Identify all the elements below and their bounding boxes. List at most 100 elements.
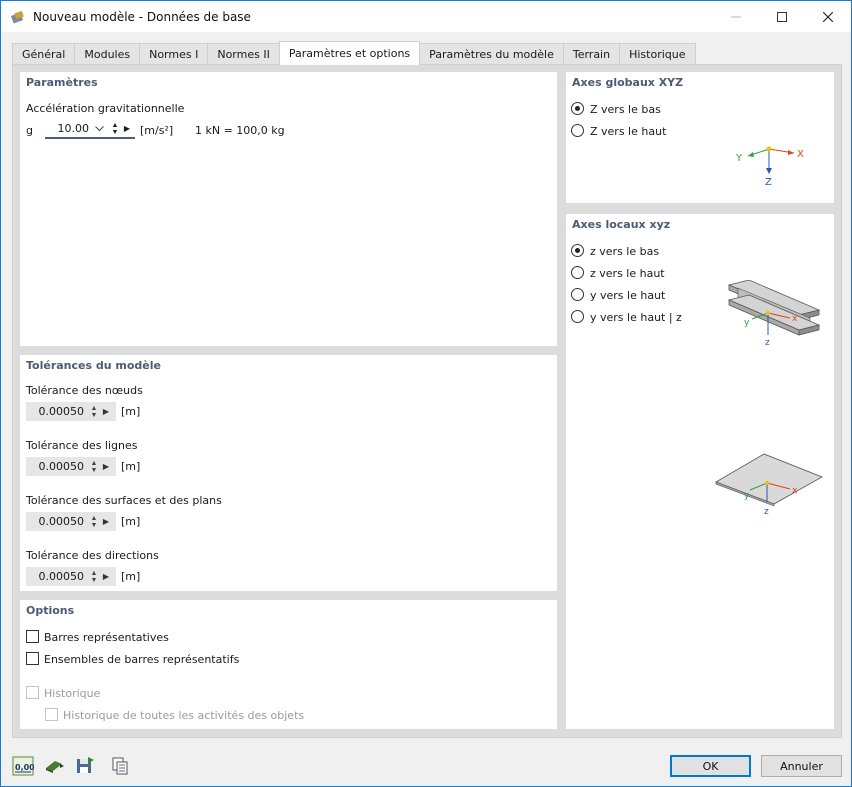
ok-button[interactable]: OK bbox=[670, 755, 751, 777]
bottom-bar: 0,00 OK Annuler bbox=[1, 746, 851, 786]
play-arrow-icon[interactable]: ▶ bbox=[121, 124, 133, 133]
play-arrow-icon[interactable]: ▶ bbox=[100, 407, 112, 416]
tab-normes-1[interactable]: Normes I bbox=[139, 43, 209, 65]
tab-parametres-modele[interactable]: Paramètres du modèle bbox=[419, 43, 564, 65]
play-arrow-icon[interactable]: ▶ bbox=[100, 572, 112, 581]
historique-checkbox[interactable] bbox=[26, 686, 39, 699]
annuler-button[interactable]: Annuler bbox=[761, 755, 842, 777]
tolerance-noeuds-value[interactable]: 0.00050 bbox=[26, 405, 88, 418]
gravity-value[interactable]: 10.00 bbox=[45, 122, 90, 135]
tab-normes-2[interactable]: Normes II bbox=[207, 43, 280, 65]
barres-checkbox[interactable] bbox=[26, 630, 39, 643]
beam-axis-y-label: y bbox=[744, 318, 750, 328]
tolerance-directions-spinner[interactable]: 0.00050 ▲ ▼ ▶ bbox=[26, 567, 116, 586]
axes-globaux-panel: Axes globaux XYZ Z vers le bas Z vers le… bbox=[566, 72, 834, 203]
chevron-down-icon[interactable] bbox=[89, 125, 109, 132]
ensembles-label[interactable]: Ensembles de barres représentatifs bbox=[44, 653, 239, 666]
spin-arrows-icon[interactable]: ▲ ▼ bbox=[88, 457, 100, 476]
tolerance-noeuds-label: Tolérance des nœuds bbox=[26, 384, 143, 397]
tolerance-lignes-label: Tolérance des lignes bbox=[26, 439, 138, 452]
spin-arrows-icon[interactable]: ▲ ▼ bbox=[109, 122, 121, 136]
tab-bar: Général Modules Normes I Normes II Param… bbox=[12, 41, 696, 65]
play-arrow-icon[interactable]: ▶ bbox=[100, 517, 112, 526]
dialog-window: Nouveau modèle - Données de base Général… bbox=[0, 0, 852, 787]
spin-arrows-icon[interactable]: ▲ ▼ bbox=[88, 567, 100, 586]
surface-axis-z-label: z bbox=[764, 507, 769, 517]
beam-axis-x-label: x bbox=[792, 314, 798, 324]
tolerance-noeuds-unit: [m] bbox=[121, 405, 141, 418]
save-button[interactable] bbox=[73, 755, 97, 777]
close-button[interactable] bbox=[805, 1, 851, 32]
tab-historique[interactable]: Historique bbox=[619, 43, 696, 65]
model-button[interactable] bbox=[42, 755, 66, 777]
axes-globaux-title: Axes globaux XYZ bbox=[572, 76, 684, 89]
z-vers-le-haut-label[interactable]: Z vers le haut bbox=[590, 125, 666, 138]
window-title: Nouveau modèle - Données de base bbox=[33, 9, 251, 24]
tab-parametres-options[interactable]: Paramètres et options bbox=[278, 41, 421, 65]
historique-toutes-label: Historique de toutes les activités des o… bbox=[63, 709, 305, 722]
z-local-haut-label[interactable]: z vers le haut bbox=[590, 267, 665, 280]
copy-button[interactable] bbox=[108, 755, 132, 777]
parametres-panel: Paramètres Accélération gravitationnelle… bbox=[20, 72, 557, 346]
axis-x-label: X bbox=[797, 149, 804, 160]
historique-toutes-checkbox[interactable] bbox=[45, 708, 58, 721]
tolerance-surfaces-spinner[interactable]: 0.00050 ▲ ▼ ▶ bbox=[26, 512, 116, 531]
tab-content: Paramètres Accélération gravitationnelle… bbox=[12, 64, 842, 738]
y-local-haut-z-label[interactable]: y vers le haut | z bbox=[590, 311, 682, 324]
tolerance-surfaces-label: Tolérance des surfaces et des plans bbox=[26, 494, 222, 507]
options-title: Options bbox=[26, 604, 75, 617]
tolerance-directions-value[interactable]: 0.00050 bbox=[26, 570, 88, 583]
axis-y-label: Y bbox=[735, 153, 743, 164]
z-vers-le-bas-label[interactable]: Z vers le bas bbox=[590, 103, 661, 116]
close-icon bbox=[823, 11, 833, 22]
tolerances-panel: Tolérances du modèle Tolérance des nœuds… bbox=[20, 355, 557, 591]
y-local-haut-radio[interactable] bbox=[571, 288, 584, 301]
axis-z-label: Z bbox=[765, 177, 772, 188]
save-icon bbox=[77, 757, 94, 773]
units-button[interactable]: 0,00 bbox=[11, 755, 35, 777]
rfem-app-icon bbox=[10, 9, 26, 25]
y-local-haut-label[interactable]: y vers le haut bbox=[590, 289, 665, 302]
tolerance-lignes-spinner[interactable]: 0.00050 ▲ ▼ ▶ bbox=[26, 457, 116, 476]
historique-label: Historique bbox=[44, 687, 101, 700]
tolerance-lignes-unit: [m] bbox=[121, 460, 141, 473]
minimize-button[interactable] bbox=[713, 1, 759, 32]
tolerance-lignes-value[interactable]: 0.00050 bbox=[26, 460, 88, 473]
gravity-combobox[interactable]: 10.00 ▲ ▼ ▶ bbox=[45, 120, 135, 139]
ensembles-checkbox[interactable] bbox=[26, 652, 39, 665]
gravity-label: Accélération gravitationnelle bbox=[26, 102, 185, 115]
barres-label[interactable]: Barres représentatives bbox=[44, 631, 169, 644]
beam-axes-diagram: x y z bbox=[727, 280, 821, 348]
spin-arrows-icon[interactable]: ▲ ▼ bbox=[88, 512, 100, 531]
z-vers-le-haut-radio[interactable] bbox=[571, 124, 584, 137]
g-symbol: g bbox=[26, 124, 33, 137]
options-panel: Options Barres représentatives Ensembles… bbox=[20, 600, 557, 729]
tab-terrain[interactable]: Terrain bbox=[562, 43, 621, 65]
tab-general[interactable]: Général bbox=[12, 43, 76, 65]
surface-axes-diagram: x y z bbox=[715, 453, 823, 517]
maximize-button[interactable] bbox=[759, 1, 805, 32]
tolerance-noeuds-spinner[interactable]: 0.00050 ▲ ▼ ▶ bbox=[26, 402, 116, 421]
z-local-bas-radio[interactable] bbox=[571, 244, 584, 257]
units-glyph: 0,00 bbox=[15, 763, 34, 772]
play-arrow-icon[interactable]: ▶ bbox=[100, 462, 112, 471]
z-vers-le-bas-radio[interactable] bbox=[571, 102, 584, 115]
copy-icon bbox=[112, 757, 128, 775]
tolerance-directions-unit: [m] bbox=[121, 570, 141, 583]
gravity-unit: [m/s²] bbox=[140, 124, 174, 137]
y-local-haut-z-radio[interactable] bbox=[571, 310, 584, 323]
maximize-icon bbox=[777, 11, 787, 22]
axes-locaux-title: Axes locaux xyz bbox=[572, 218, 671, 231]
surface-axis-x-label: x bbox=[792, 486, 798, 496]
kn-conversion-note: 1 kN = 100,0 kg bbox=[195, 124, 285, 137]
tolerance-surfaces-value[interactable]: 0.00050 bbox=[26, 515, 88, 528]
tab-modules[interactable]: Modules bbox=[74, 43, 141, 65]
tolerances-title: Tolérances du modèle bbox=[26, 359, 161, 372]
minimize-icon bbox=[731, 16, 741, 17]
spin-arrows-icon[interactable]: ▲ ▼ bbox=[88, 402, 100, 421]
z-local-haut-radio[interactable] bbox=[571, 266, 584, 279]
model-icon bbox=[46, 761, 64, 773]
parametres-title: Paramètres bbox=[26, 76, 98, 89]
surface-axis-y-label: y bbox=[744, 491, 750, 501]
z-local-bas-label[interactable]: z vers le bas bbox=[590, 245, 659, 258]
